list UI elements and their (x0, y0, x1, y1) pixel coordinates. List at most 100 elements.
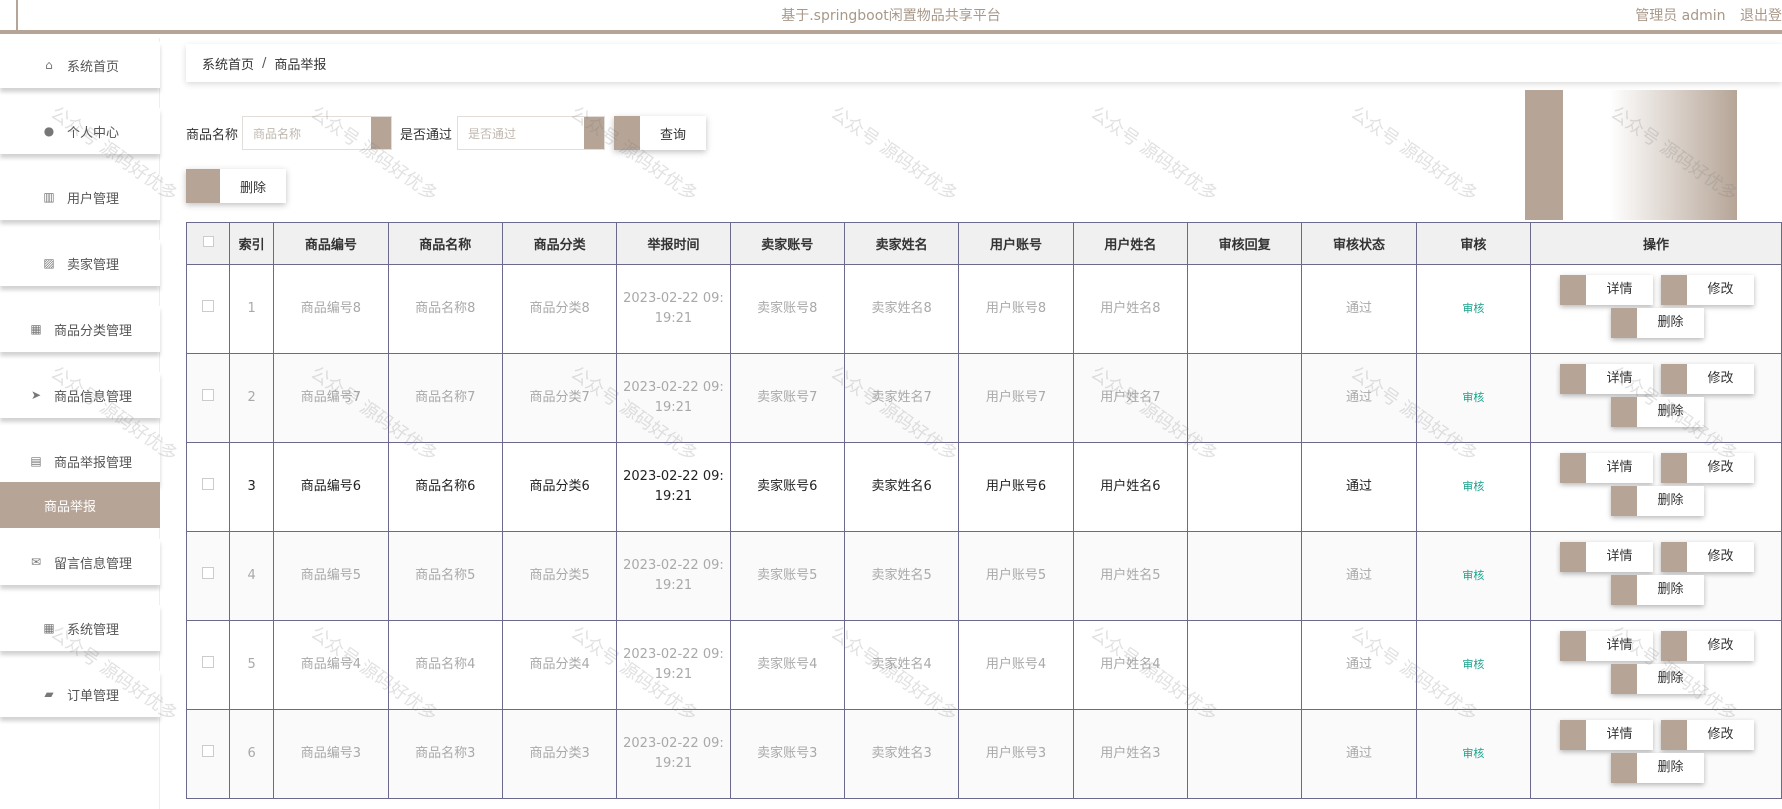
row-checkbox[interactable] (185, 531, 231, 621)
delete-button[interactable]: 删除 (1611, 397, 1705, 427)
row-checkbox[interactable] (185, 709, 231, 799)
audit-link[interactable]: 审核 (1462, 747, 1484, 760)
delete-button[interactable]: 删除 (1611, 575, 1705, 605)
audit-link[interactable]: 审核 (1462, 480, 1484, 493)
breadcrumb: 系统首页 / 商品举报 (186, 44, 1782, 82)
sidebar-item[interactable]: ▨ 卖家管理 (0, 240, 160, 286)
user-name-cell: 用户姓名7 (1072, 353, 1189, 443)
delete-button[interactable]: 删除 (1611, 753, 1705, 783)
code-cell: 商品编号8 (273, 264, 389, 354)
row-checkbox[interactable] (185, 264, 231, 354)
actions-cell: 详情 修改删除 (1530, 353, 1782, 443)
audit-link[interactable]: 审核 (1462, 391, 1484, 404)
folder-icon: ▰ (44, 687, 54, 701)
audit-link[interactable]: 审核 (1462, 569, 1484, 582)
batch-delete-button[interactable]: 删除 (186, 169, 286, 203)
button-label: 详情 (1606, 549, 1633, 564)
button-chip (1611, 664, 1638, 694)
name-cell: 商品名称5 (387, 531, 503, 621)
logout-link[interactable]: 退出登 (1740, 8, 1782, 24)
user-name-cell: 用户姓名4 (1072, 620, 1189, 710)
index-cell: 2 (229, 353, 275, 443)
table-header-row: 索引 商品编号 商品名称 商品分类 举报时间 卖家账号 卖家姓名 用户账号 用户姓名 审核回复 审核… (185, 222, 1782, 265)
index-cell: 4 (229, 531, 275, 621)
sidebar-item[interactable]: ● 个人中心 (0, 108, 160, 154)
chart-icon: ▨ (43, 256, 55, 270)
report-clock: 19:21 (654, 400, 693, 415)
detail-button[interactable]: 详情 (1560, 453, 1654, 483)
button-chip (1560, 453, 1587, 483)
sidebar-item[interactable]: ➤ 商品信息管理 (0, 372, 160, 418)
category-cell: 商品分类6 (501, 442, 618, 532)
audit-link-cell[interactable]: 审核 (1415, 531, 1532, 621)
row-checkbox[interactable] (185, 353, 231, 443)
detail-button[interactable]: 详情 (1560, 275, 1654, 305)
edit-button[interactable]: 修改 (1661, 720, 1755, 750)
actions-wrap: 详情 修改删除 (1531, 354, 1781, 442)
sidebar-item[interactable]: ▤ 商品举报管理 (0, 438, 160, 484)
table-row[interactable]: 2 商品编号7 商品名称7 商品分类7 2023-02-22 09: 19:21 卖家账号7… (185, 353, 1782, 443)
name-cell: 商品名称4 (387, 620, 503, 710)
sidebar-subitem-report[interactable]: 商品举报 (0, 482, 160, 528)
sidebar-item[interactable]: ▦ 商品分类管理 (0, 306, 160, 352)
sidebar-item[interactable]: ▦ 系统管理 (0, 605, 160, 651)
button-label: 修改 (1707, 549, 1734, 564)
watermark-text: 公众号 源码好优多 (826, 102, 962, 206)
audit-link-cell[interactable]: 审核 (1415, 620, 1532, 710)
detail-button[interactable]: 详情 (1560, 720, 1654, 750)
user-acct-cell: 用户账号3 (958, 709, 1074, 799)
actions-wrap: 详情 修改 删除 (1531, 532, 1781, 620)
user-area: 管理员 admin 退出登 (1625, 5, 1782, 25)
breadcrumb-home[interactable]: 系统首页 (202, 54, 254, 73)
select-all-checkbox[interactable] (185, 222, 231, 265)
sidebar-item[interactable]: ▰ 订单管理 (0, 671, 160, 717)
table-row[interactable]: 6 商品编号3 商品名称3 商品分类3 2023-02-22 09: 19:21 卖家账号3… (185, 709, 1782, 799)
delete-button[interactable]: 删除 (1611, 486, 1705, 516)
query-button[interactable]: 查询 (614, 116, 706, 150)
button-chip (1611, 486, 1638, 516)
pass-select-input[interactable]: 是否通过 (457, 116, 605, 150)
actions-wrap: 详情 修改 删除 (1531, 621, 1781, 709)
button-chip (1560, 275, 1587, 305)
table-row[interactable]: 3 商品编号6 商品名称6 商品分类6 2023-02-22 09: 19:21 卖家账号6… (185, 442, 1782, 532)
audit-link[interactable]: 审核 (1462, 302, 1484, 315)
detail-button[interactable]: 详情 (1560, 542, 1654, 572)
audit-link[interactable]: 审核 (1462, 658, 1484, 671)
detail-button[interactable]: 详情 (1560, 631, 1654, 661)
detail-button[interactable]: 详情 (1560, 364, 1654, 394)
report-date: 2023-02-22 09: (623, 291, 724, 306)
audit-link-cell[interactable]: 审核 (1415, 442, 1532, 532)
column-header: 卖家账号 (729, 222, 845, 265)
edit-button[interactable]: 修改 (1661, 453, 1755, 483)
name-label: 商品名称 (186, 128, 239, 143)
delete-button[interactable]: 删除 (1611, 664, 1705, 694)
column-header: 商品分类 (501, 222, 618, 265)
row-checkbox[interactable] (185, 442, 231, 532)
name-search-input[interactable]: 商品名称 (242, 116, 392, 150)
delete-button[interactable]: 删除 (1611, 308, 1705, 338)
button-label: 删除 (1657, 404, 1684, 419)
sidebar-item[interactable]: ▥ 用户管理 (0, 174, 160, 220)
seller-name-cell: 卖家姓名5 (843, 531, 960, 621)
button-label: 删除 (1657, 315, 1684, 330)
sidebar-item[interactable]: ⌂ 系统首页 (0, 42, 160, 88)
audit-link-cell[interactable]: 审核 (1415, 264, 1532, 354)
seller-acct-cell: 卖家账号8 (729, 264, 845, 354)
edit-button[interactable]: 修改 (1661, 275, 1755, 305)
sidebar-item-label: 商品举报管理 (53, 455, 132, 471)
seller-acct-cell: 卖家账号7 (729, 353, 845, 443)
table-row[interactable]: 4 商品编号5 商品名称5 商品分类5 2023-02-22 09: 19:21 卖家账号5… (185, 531, 1782, 621)
status-cell: 通过 (1301, 442, 1417, 532)
table-row[interactable]: 1 商品编号8 商品名称8 商品分类8 2023-02-22 09: 19:21 卖家账号8… (185, 264, 1782, 354)
button-chip (1661, 275, 1688, 305)
seller-acct-cell: 卖家账号6 (729, 442, 845, 532)
sidebar-item-label: 商品信息管理 (53, 389, 132, 405)
edit-button[interactable]: 修改 (1661, 542, 1755, 572)
table-row[interactable]: 5 商品编号4 商品名称4 商品分类4 2023-02-22 09: 19:21 卖家账号4… (185, 620, 1782, 710)
sidebar-item[interactable]: ✉ 留言信息管理 (0, 539, 160, 585)
audit-link-cell[interactable]: 审核 (1415, 353, 1532, 443)
edit-button[interactable]: 修改 (1661, 631, 1755, 661)
edit-button[interactable]: 修改 (1661, 364, 1755, 394)
row-checkbox[interactable] (185, 620, 231, 710)
audit-link-cell[interactable]: 审核 (1415, 709, 1532, 799)
